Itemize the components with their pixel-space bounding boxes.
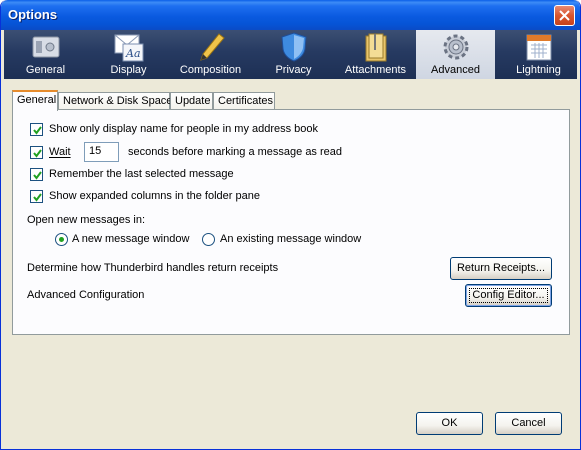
display-icon: Aa [114,34,144,62]
remember-last-label: Remember the last selected message [49,168,234,180]
wait-label: Wait [49,146,71,158]
svg-text:Aa: Aa [125,47,141,60]
checkmark-icon [33,149,42,158]
advanced-icon [443,34,469,60]
pane-composition[interactable]: Composition [171,30,250,79]
wait-seconds-input[interactable]: 15 [84,142,119,162]
new-message-window-radio[interactable] [55,233,68,246]
tab-update[interactable]: Update [170,92,213,110]
ok-button[interactable]: OK [416,412,483,435]
general-tab-panel: Show only display name for people in my … [12,109,570,335]
composition-icon [200,33,225,61]
tab-network-disk-space[interactable]: Network & Disk Space [58,92,172,110]
radio-selected-dot [59,237,64,242]
pane-display[interactable]: Aa Display [89,30,168,79]
show-display-name-label: Show only display name for people in my … [49,123,319,135]
pane-privacy[interactable]: Privacy [254,30,333,79]
window-title: Options [8,7,58,22]
pane-display-label: Display [110,64,147,76]
pane-privacy-label: Privacy [275,64,312,76]
general-icon [32,36,60,58]
checkmark-icon [33,171,42,180]
pane-lightning[interactable]: Lightning [499,30,578,79]
config-editor-label: Config Editor... [469,288,548,303]
wait-seconds-suffix: seconds before marking a message as read [128,146,343,158]
pane-advanced-label: Advanced [431,64,480,76]
pane-advanced[interactable]: Advanced [416,30,495,79]
pane-general-label: General [25,64,66,76]
remember-last-checkbox[interactable] [30,168,43,181]
advanced-configuration-label: Advanced Configuration [27,289,145,301]
pane-lightning-label: Lightning [516,64,561,76]
tab-general[interactable]: General [12,90,58,111]
pane-composition-label: Composition [179,64,242,76]
pane-attachments[interactable]: Attachments [336,30,415,79]
pane-toolbar: General Aa Display Composition Privacy A… [4,30,577,79]
cancel-button[interactable]: Cancel [495,412,562,435]
lightning-icon [526,34,552,61]
expanded-columns-label: Show expanded columns in the folder pane [49,190,260,202]
close-button[interactable] [554,5,575,26]
existing-message-window-label: An existing message window [220,233,362,245]
options-dialog: Options General Aa Display Composition P… [0,0,581,450]
open-new-messages-label: Open new messages in: [27,214,146,226]
attachments-icon [365,33,387,62]
return-receipts-description: Determine how Thunderbird handles return… [27,262,279,274]
expanded-columns-checkbox[interactable] [30,190,43,203]
checkmark-icon [33,126,42,135]
privacy-icon [281,32,307,62]
pane-general[interactable]: General [6,30,85,79]
pane-attachments-label: Attachments [344,64,407,76]
show-display-name-checkbox[interactable] [30,123,43,136]
config-editor-button[interactable]: Config Editor... [465,284,552,307]
new-message-window-label: A new message window [72,233,190,245]
checkmark-icon [33,193,42,202]
tab-certificates[interactable]: Certificates [213,92,275,110]
close-icon [559,10,570,21]
wait-checkbox[interactable] [30,146,43,159]
existing-message-window-radio[interactable] [202,233,215,246]
title-bar[interactable]: Options [1,0,580,30]
return-receipts-button[interactable]: Return Receipts... [450,257,552,280]
